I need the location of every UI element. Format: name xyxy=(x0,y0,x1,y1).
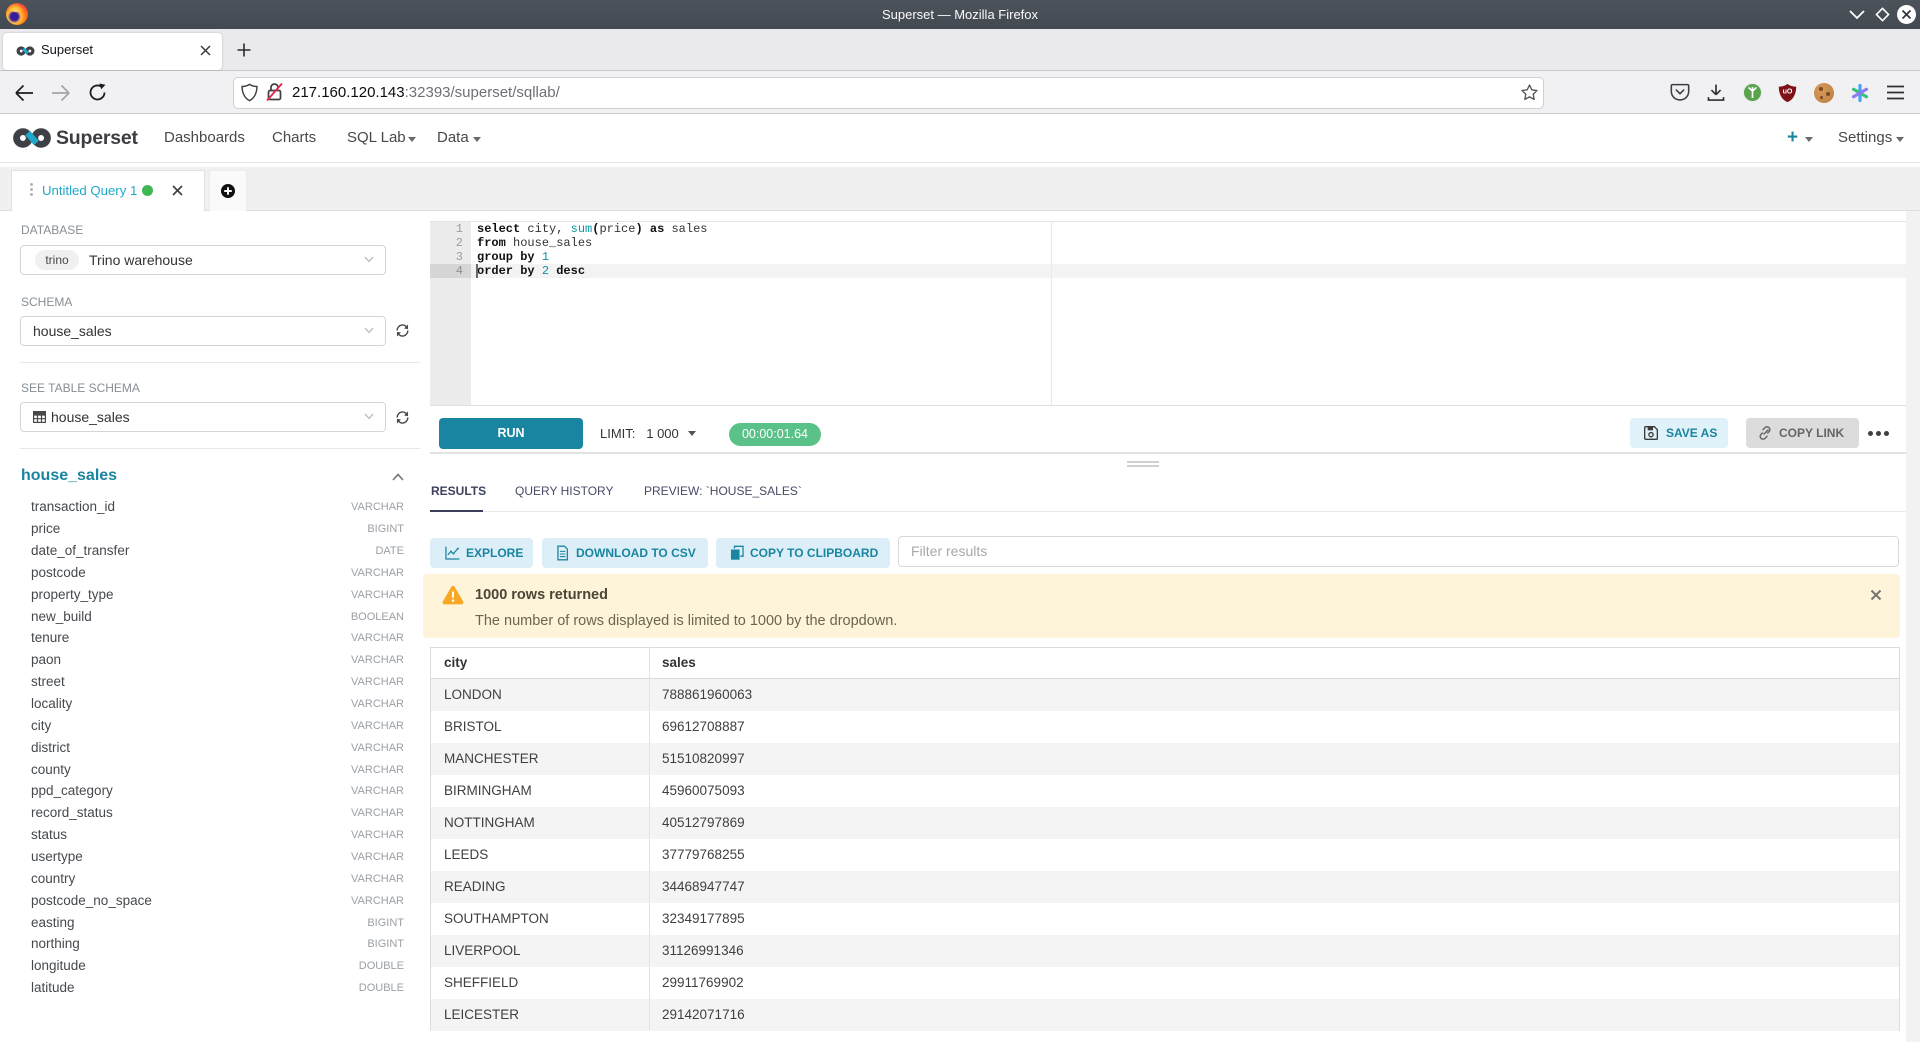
svg-text:uO: uO xyxy=(1783,87,1793,95)
